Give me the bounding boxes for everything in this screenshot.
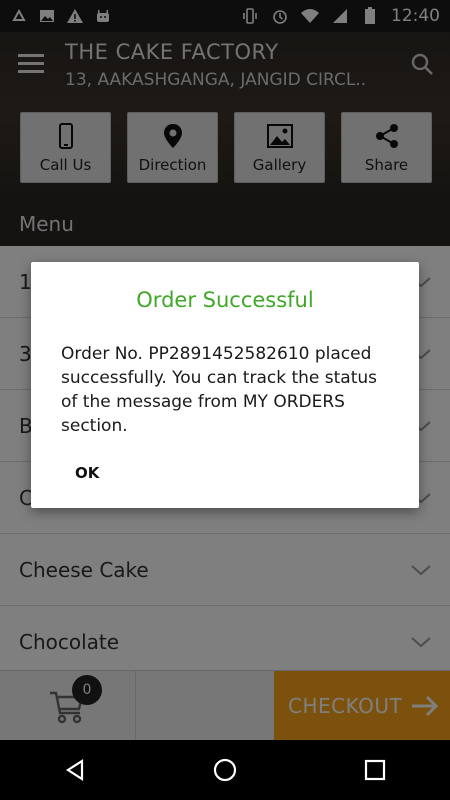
system-nav-bar: [0, 740, 450, 800]
recents-icon[interactable]: [355, 750, 395, 790]
home-icon[interactable]: [205, 750, 245, 790]
dialog-title: Order Successful: [136, 288, 314, 312]
dialog-message: Order No. PP2891452582610 placed success…: [61, 344, 378, 436]
back-icon[interactable]: [55, 750, 95, 790]
ok-button[interactable]: OK: [75, 462, 99, 484]
order-success-dialog: Order Successful Order No. PP28914525826…: [31, 262, 419, 508]
